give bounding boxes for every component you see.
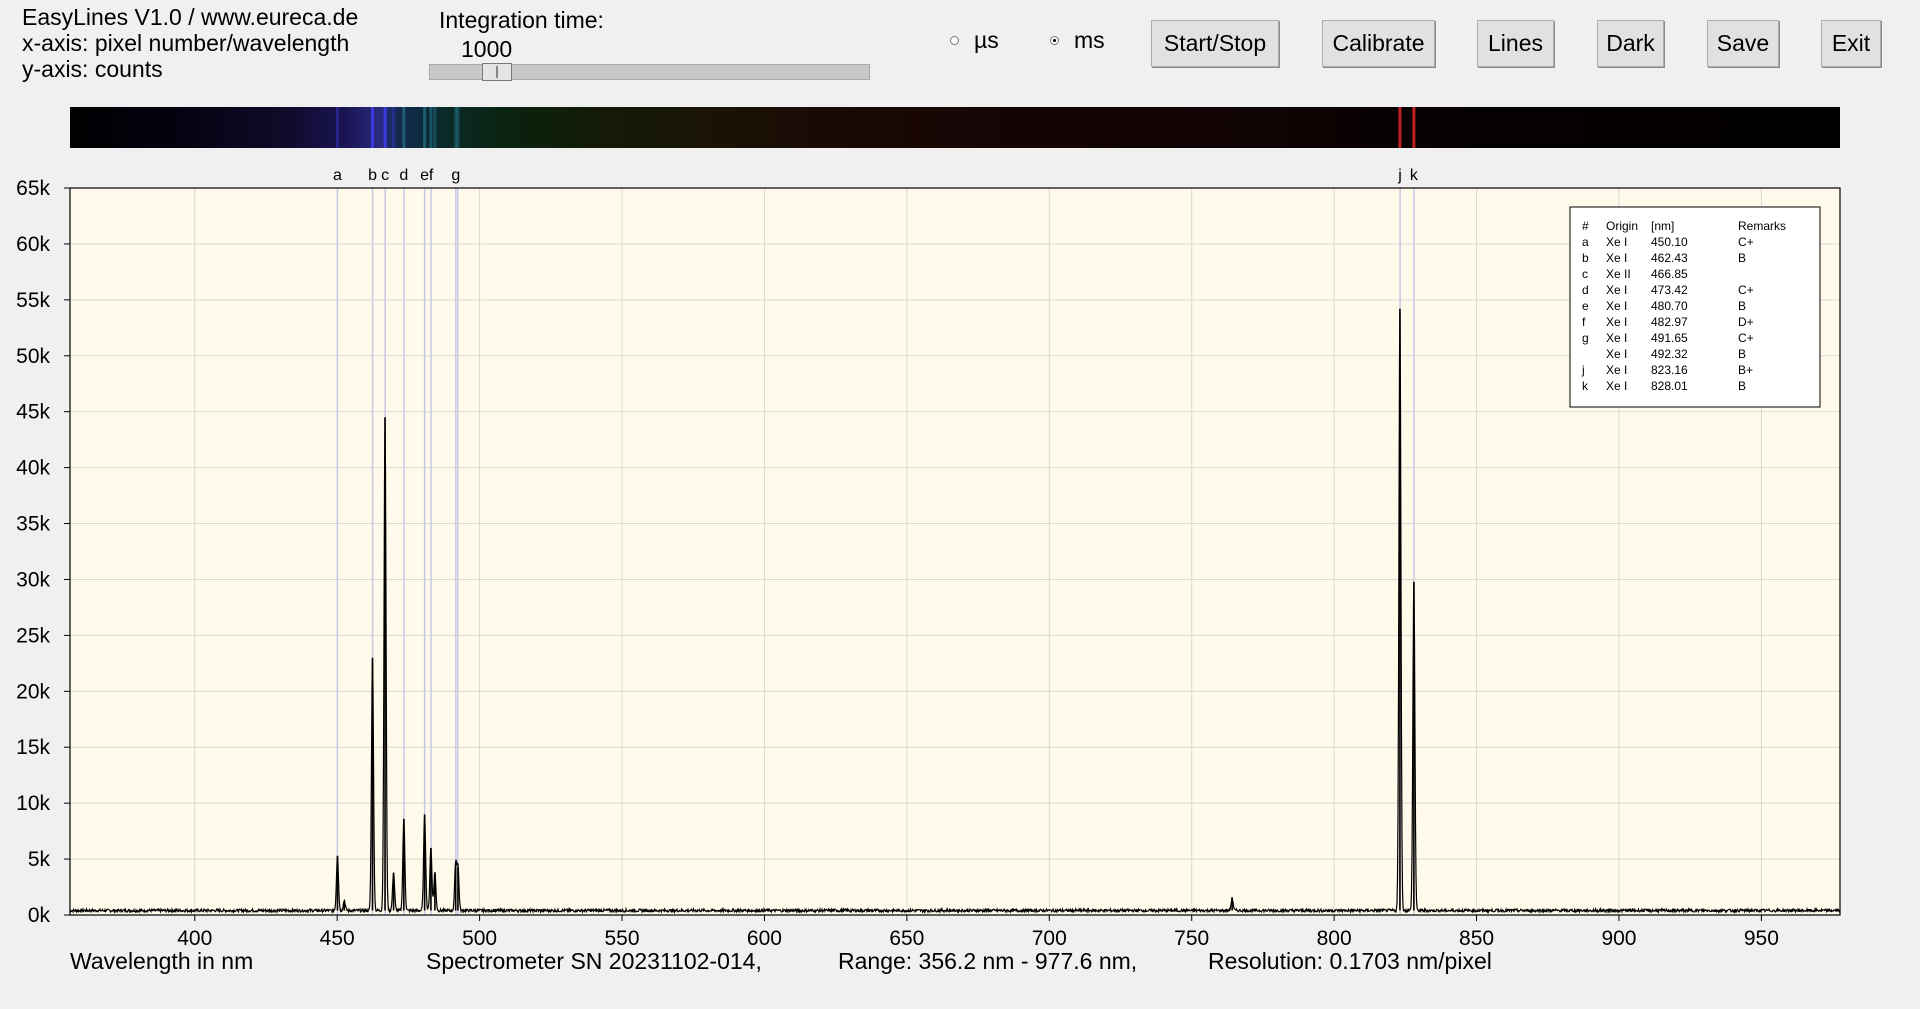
- x-axis-label: Wavelength in nm: [70, 948, 254, 974]
- legend-cell: 823.16: [1651, 363, 1688, 377]
- y-tick-label: 65k: [16, 177, 50, 200]
- line-legend: # Origin [nm] Remarks a Xe I 450.10 C+ b Xe I 462.…: [1569, 206, 1821, 408]
- y-tick-label: 5k: [28, 848, 51, 871]
- y-tick-label: 40k: [16, 457, 50, 480]
- x-tick-label: 850: [1459, 927, 1494, 950]
- legend-cell: B: [1738, 347, 1746, 361]
- y-tick-label: 30k: [16, 568, 50, 591]
- legend-cell: Xe I: [1606, 363, 1627, 377]
- legend-cell: Xe I: [1606, 299, 1627, 313]
- legend-cell: 480.70: [1651, 299, 1688, 313]
- legend-cell: Xe I: [1606, 331, 1627, 345]
- line-marker-letter: d: [399, 167, 408, 184]
- x-tick-label: 400: [177, 927, 212, 950]
- x-tick-label: 700: [1032, 927, 1067, 950]
- legend-cell: C+: [1738, 331, 1754, 345]
- resolution-info: Resolution: 0.1703 nm/pixel: [1208, 948, 1492, 974]
- legend-header: Remarks: [1738, 219, 1786, 233]
- x-tick-label: 800: [1317, 927, 1352, 950]
- legend-header: #: [1582, 219, 1589, 233]
- legend-cell: 450.10: [1651, 235, 1688, 249]
- line-marker-letter: j: [1397, 167, 1402, 184]
- legend-cell: Xe I: [1606, 235, 1627, 249]
- legend-cell: 482.97: [1651, 315, 1688, 329]
- legend-cell: 466.85: [1651, 267, 1688, 281]
- legend-cell: Xe I: [1606, 315, 1627, 329]
- y-tick-label: 10k: [16, 792, 50, 815]
- legend-cell: d: [1582, 283, 1589, 297]
- spectrum-plot[interactable]: 400 450 500 550 600 650 700 750 800 850 900 950 0k 5k…: [0, 0, 1920, 1009]
- legend-cell: Xe I: [1606, 251, 1627, 265]
- x-tick-label: 500: [462, 927, 497, 950]
- legend-cell: k: [1582, 379, 1589, 393]
- legend-cell: g: [1582, 331, 1589, 345]
- legend-cell: B+: [1738, 363, 1753, 377]
- x-tick-label: 650: [889, 927, 924, 950]
- line-marker-letter: c: [381, 167, 389, 184]
- legend-cell: C+: [1738, 235, 1754, 249]
- legend-cell: Xe I: [1606, 347, 1627, 361]
- y-tick-label: 25k: [16, 624, 50, 647]
- legend-cell: Xe II: [1606, 267, 1631, 281]
- legend-cell: D+: [1738, 315, 1754, 329]
- legend-cell: 473.42: [1651, 283, 1688, 297]
- legend-header: Origin: [1606, 219, 1638, 233]
- legend-cell: b: [1582, 251, 1589, 265]
- x-tick-label: 600: [747, 927, 782, 950]
- legend-cell: C+: [1738, 283, 1754, 297]
- y-tick-label: 20k: [16, 680, 50, 703]
- y-tick-label: 55k: [16, 289, 50, 312]
- y-tick-label: 45k: [16, 401, 50, 424]
- line-marker-letter: f: [429, 167, 434, 184]
- legend-cell: 462.43: [1651, 251, 1688, 265]
- legend-cell: 828.01: [1651, 379, 1688, 393]
- line-marker-letter: g: [451, 167, 460, 184]
- legend-cell: e: [1582, 299, 1589, 313]
- x-tick-label: 900: [1601, 927, 1636, 950]
- x-tick-label: 950: [1744, 927, 1779, 950]
- legend-cell: Xe I: [1606, 283, 1627, 297]
- y-tick-label: 35k: [16, 513, 50, 536]
- legend-cell: B: [1738, 379, 1746, 393]
- y-tick-label: 50k: [16, 345, 50, 368]
- legend-header: [nm]: [1651, 219, 1674, 233]
- y-tick-label: 15k: [16, 736, 50, 759]
- legend-cell: B: [1738, 299, 1746, 313]
- legend-cell: B: [1738, 251, 1746, 265]
- x-tick-label: 750: [1174, 927, 1209, 950]
- y-tick-label: 0k: [28, 904, 51, 927]
- line-marker-letter: a: [333, 167, 342, 184]
- legend-cell: c: [1582, 267, 1588, 281]
- legend-cell: Xe I: [1606, 379, 1627, 393]
- line-marker-letter: k: [1410, 167, 1419, 184]
- legend-cell: j: [1581, 363, 1585, 377]
- x-tick-label: 550: [604, 927, 639, 950]
- x-tick-label: 450: [320, 927, 355, 950]
- line-marker-letter: b: [368, 167, 377, 184]
- legend-cell: a: [1582, 235, 1589, 249]
- legend-cell: 491.65: [1651, 331, 1688, 345]
- line-marker-letter: e: [420, 167, 429, 184]
- spectrometer-serial: Spectrometer SN 20231102-014,: [426, 948, 762, 974]
- legend-cell: 492.32: [1651, 347, 1688, 361]
- y-tick-label: 60k: [16, 233, 50, 256]
- wavelength-range: Range: 356.2 nm - 977.6 nm,: [838, 948, 1138, 974]
